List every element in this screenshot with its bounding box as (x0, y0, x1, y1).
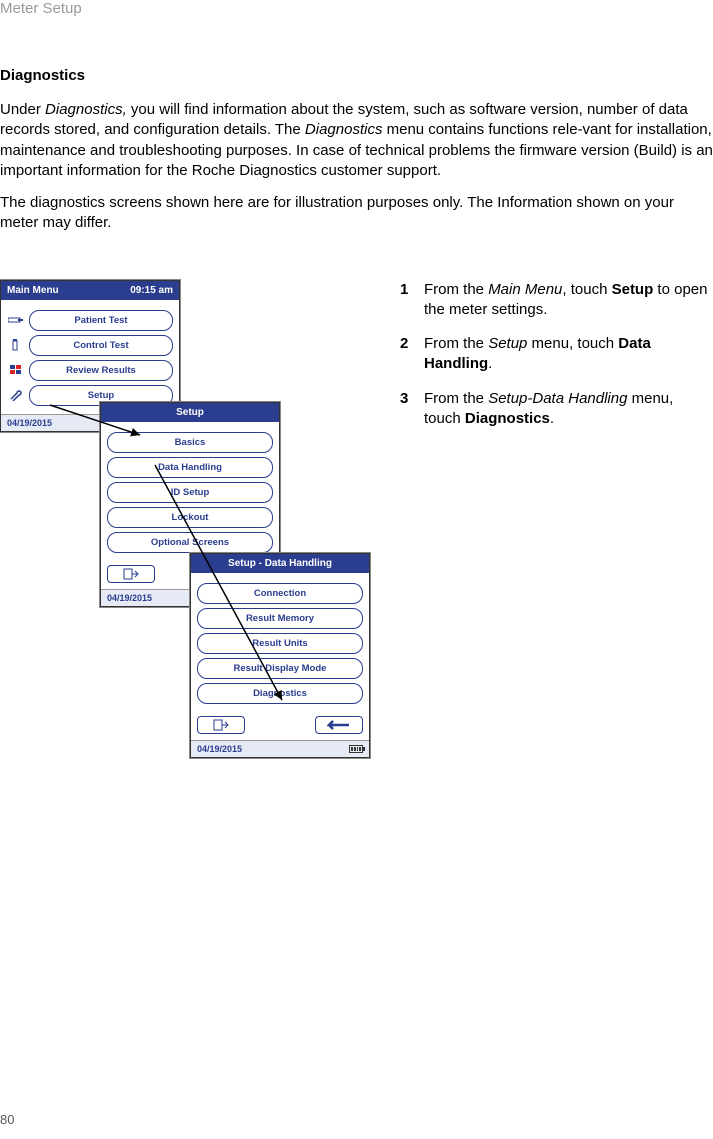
bottle-icon (7, 338, 25, 352)
step-text: From the Setup menu, touch Data Handling… (424, 334, 713, 375)
logout-button[interactable] (107, 565, 155, 583)
screen-title: Main Menu (7, 285, 59, 296)
screenshots-group: Main Menu 09:15 am Patient Test Control … (0, 280, 370, 790)
text-bold: Diagnostics (465, 410, 550, 427)
step-text: From the Setup-Data Handling menu, touch… (424, 389, 713, 430)
screen-body: Basics Data Handling ID Setup Lockout Op… (101, 422, 279, 561)
screen-date: 04/19/2015 (7, 418, 52, 428)
connection-button[interactable]: Connection (197, 583, 363, 604)
battery-icon (349, 745, 363, 753)
data-handling-button[interactable]: Data Handling (107, 457, 273, 478)
lockout-button[interactable]: Lockout (107, 507, 273, 528)
page-number: 80 (0, 1112, 14, 1127)
basics-button[interactable]: Basics (107, 432, 273, 453)
text: From the (424, 281, 488, 298)
screen-data-handling: Setup - Data Handling Connection Result … (190, 553, 370, 758)
result-units-button[interactable]: Result Units (197, 633, 363, 654)
screen-title: Setup - Data Handling (228, 558, 332, 569)
step-2: 2 From the Setup menu, touch Data Handli… (400, 334, 713, 375)
screen-footer: 04/19/2015 (191, 740, 369, 757)
result-display-mode-button[interactable]: Result Display Mode (197, 658, 363, 679)
step-number: 3 (400, 389, 424, 430)
id-setup-button[interactable]: ID Setup (107, 482, 273, 503)
strip-icon (7, 313, 25, 327)
screen-date: 04/19/2015 (107, 593, 152, 603)
text: menu, touch (527, 335, 618, 352)
review-icon (7, 363, 25, 377)
titlebar: Main Menu 09:15 am (1, 281, 179, 300)
screen-bottom-row (191, 712, 369, 740)
screen-time: 09:15 am (130, 285, 173, 296)
back-button[interactable] (315, 716, 363, 734)
text: From the (424, 390, 488, 407)
review-results-button[interactable]: Review Results (29, 360, 173, 381)
text-italic: Setup (488, 335, 527, 352)
text: . (488, 355, 492, 372)
screen-date: 04/19/2015 (197, 744, 242, 754)
content-row: Main Menu 09:15 am Patient Test Control … (0, 240, 713, 790)
screen-title: Setup (176, 407, 204, 418)
step-number: 2 (400, 334, 424, 375)
intro-paragraph-1: Under Diagnostics, you will find informa… (0, 94, 713, 187)
text-italic: Diagnostics (305, 121, 383, 138)
step-text: From the Main Menu, touch Setup to open … (424, 280, 713, 321)
result-memory-button[interactable]: Result Memory (197, 608, 363, 629)
text-italic: Setup-Data Handling (488, 390, 627, 407)
section-title: Diagnostics (0, 27, 713, 94)
patient-test-button[interactable]: Patient Test (29, 310, 173, 331)
chapter-header: Meter Setup (0, 0, 713, 27)
titlebar: Setup (101, 403, 279, 422)
text: Under (0, 101, 45, 118)
step-1: 1 From the Main Menu, touch Setup to ope… (400, 280, 713, 321)
screen-body: Connection Result Memory Result Units Re… (191, 573, 369, 712)
step-3: 3 From the Setup-Data Handling menu, tou… (400, 389, 713, 430)
titlebar: Setup - Data Handling (191, 554, 369, 573)
intro-paragraph-2: The diagnostics screens shown here are f… (0, 187, 713, 240)
optional-screens-button[interactable]: Optional Screens (107, 532, 273, 553)
text: . (550, 410, 554, 427)
screen-body: Patient Test Control Test Review Results (1, 300, 179, 414)
steps-list: 1 From the Main Menu, touch Setup to ope… (400, 280, 713, 444)
text: From the (424, 335, 488, 352)
text-italic: Main Menu (488, 281, 562, 298)
logout-button[interactable] (197, 716, 245, 734)
step-number: 1 (400, 280, 424, 321)
text: , touch (562, 281, 611, 298)
text-bold: Setup (612, 281, 654, 298)
diagnostics-button[interactable]: Diagnostics (197, 683, 363, 704)
wrench-icon (7, 388, 25, 402)
control-test-button[interactable]: Control Test (29, 335, 173, 356)
text-italic: Diagnostics, (45, 101, 127, 118)
